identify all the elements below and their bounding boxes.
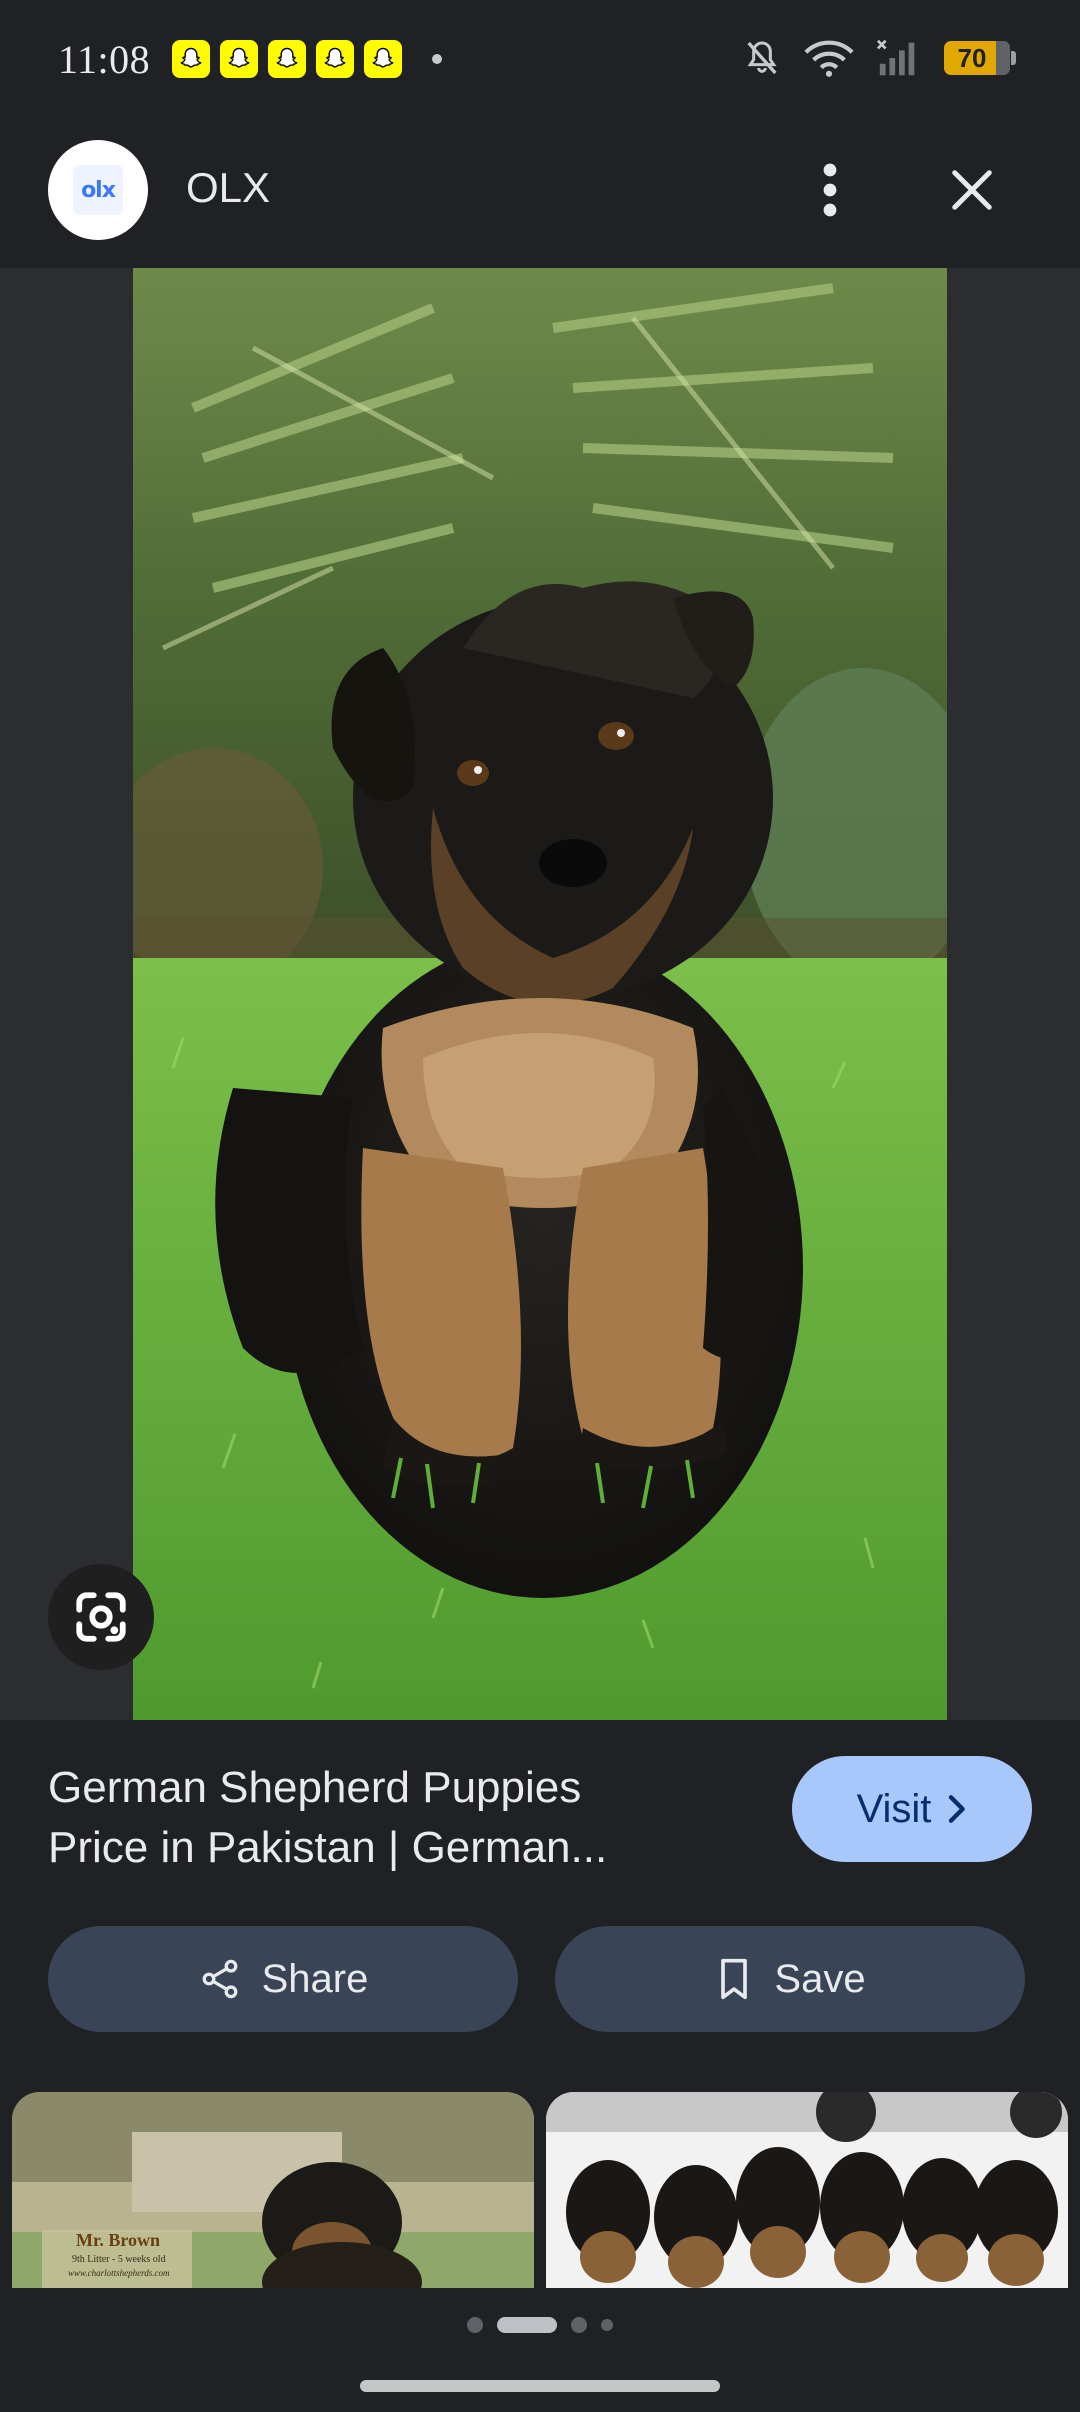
source-header: olx OLX [0,128,1080,268]
related-image-2[interactable] [546,2092,1068,2288]
site-logo[interactable]: olx [48,140,148,240]
thumb1-url: www.charlottshepherds.com [68,2268,170,2278]
snapchat-icon [220,40,258,78]
page-dot-active [497,2317,557,2333]
thumb1-caption: Mr. Brown [76,2230,161,2250]
bookmark-icon [721,1958,748,2000]
status-time: 11:08 [58,37,151,82]
battery-icon: 70 [944,41,1016,75]
battery-level: 70 [957,42,987,73]
page-dot [571,2317,587,2333]
result-title-line2: Price in Pakistan | German... [48,1823,608,1872]
share-icon [202,1959,238,1999]
result-title[interactable]: German Shepherd Puppies Price in Pakista… [48,1758,748,1878]
image-preview-area [0,268,1080,1720]
lens-search-button[interactable] [48,1564,154,1670]
related-image-1[interactable]: Mr. Brown 9th Litter - 5 weeks old www.c… [12,2092,534,2288]
snapchat-icon [316,40,354,78]
chevron-right-icon [949,1795,966,1823]
status-bar: 11:08 70 [0,0,1080,128]
lens-icon [76,1592,126,1642]
more-notifications-dot [432,54,442,64]
mute-icon [747,41,777,75]
notification-icons [172,40,442,78]
share-label: Share [261,1956,369,2001]
more-options-button[interactable] [800,150,860,230]
page-indicator [0,2310,1080,2340]
olx-logo: olx [73,165,123,215]
page-dot [467,2317,483,2333]
system-icons: 70 [742,38,1016,78]
result-info: German Shepherd Puppies Price in Pakista… [0,1720,1080,2032]
close-button[interactable] [940,150,1004,230]
close-icon [952,170,992,210]
more-vert-icon [823,163,837,217]
snapchat-icon [364,40,402,78]
save-button[interactable]: Save [555,1926,1025,2032]
page-dot [601,2319,613,2331]
puppy-photo[interactable] [133,268,947,1720]
snapchat-icon [268,40,306,78]
visit-label: Visit [856,1786,932,1831]
signal-icon [876,39,915,76]
gesture-nav-handle[interactable] [360,2380,720,2392]
site-name[interactable]: OLX [186,164,270,212]
save-label: Save [774,1956,866,2001]
share-button[interactable]: Share [48,1926,518,2032]
snapchat-icon [172,40,210,78]
screen: 11:08 70 olx OLX German Shepherd Puppies… [0,0,1080,2412]
visit-button[interactable]: Visit [792,1756,1032,1862]
wifi-icon [804,40,854,77]
result-title-line1: German Shepherd Puppies [48,1763,582,1812]
thumb1-subcaption: 9th Litter - 5 weeks old [72,2254,166,2265]
related-images: Mr. Brown 9th Litter - 5 weeks old www.c… [0,2092,1080,2288]
